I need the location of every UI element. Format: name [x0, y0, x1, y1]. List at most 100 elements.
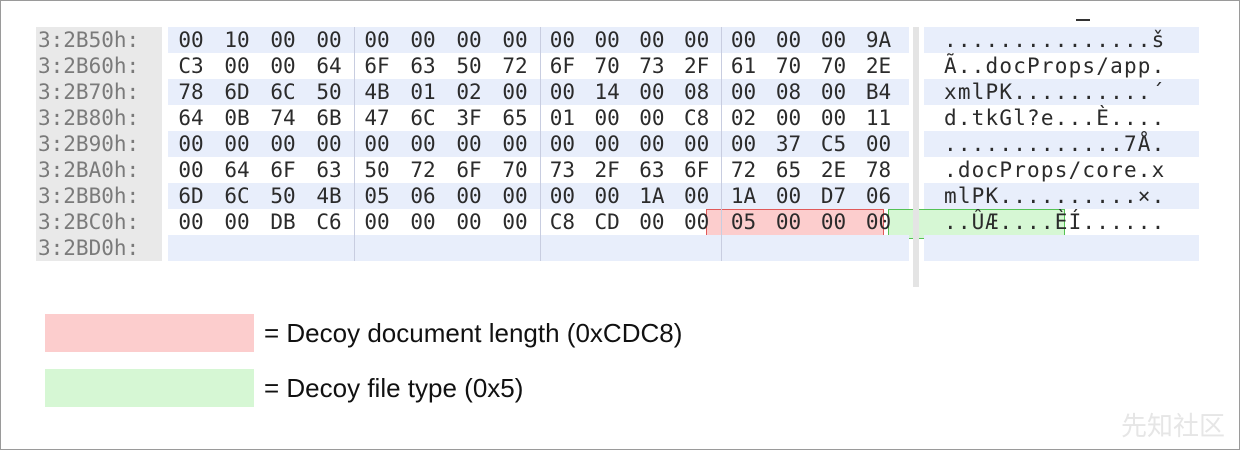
hex-byte[interactable]: 9A	[856, 27, 901, 53]
ascii-text[interactable]: Ã..docProps/app.	[924, 54, 1166, 78]
hex-byte[interactable]: 72	[721, 157, 766, 183]
hex-byte[interactable]: 00	[630, 27, 675, 53]
hex-byte[interactable]: 6D	[168, 183, 214, 209]
hex-byte[interactable]: 00	[492, 79, 538, 105]
hex-byte[interactable]: C6	[306, 209, 352, 235]
hex-byte[interactable]: 00	[856, 209, 901, 235]
hex-byte[interactable]: 65	[492, 105, 538, 131]
hex-byte[interactable]: 50	[354, 157, 400, 183]
hex-byte[interactable]: 00	[540, 131, 585, 157]
hex-byte[interactable]: 00	[400, 131, 446, 157]
hex-byte[interactable]: 00	[766, 105, 811, 131]
pane-divider[interactable]	[913, 27, 919, 287]
hex-byte[interactable]: 6F	[674, 157, 719, 183]
hex-byte[interactable]: 00	[168, 131, 214, 157]
hex-byte[interactable]: 00	[354, 209, 400, 235]
hex-byte[interactable]: 00	[540, 183, 585, 209]
hex-byte[interactable]: 6C	[260, 79, 306, 105]
hex-byte[interactable]: 1A	[630, 183, 675, 209]
hex-byte[interactable]: 4B	[306, 183, 352, 209]
hex-byte[interactable]: 64	[168, 105, 214, 131]
hex-byte[interactable]: 64	[214, 157, 260, 183]
hex-byte[interactable]: 01	[540, 105, 585, 131]
hex-byte[interactable]: 78	[856, 157, 901, 183]
hex-byte[interactable]: 3F	[446, 105, 492, 131]
hex-byte[interactable]: 01	[400, 79, 446, 105]
hex-byte[interactable]: 64	[306, 53, 352, 79]
hex-byte[interactable]: 00	[856, 131, 901, 157]
hex-byte[interactable]: 00	[766, 209, 811, 235]
hex-byte[interactable]: 00	[260, 53, 306, 79]
hex-byte[interactable]: 73	[630, 53, 675, 79]
hex-byte[interactable]: 6F	[446, 157, 492, 183]
hex-byte[interactable]: 00	[168, 157, 214, 183]
hex-byte[interactable]: 00	[630, 209, 675, 235]
hex-byte[interactable]: 00	[630, 105, 675, 131]
hex-byte[interactable]: 00	[354, 131, 400, 157]
hex-byte[interactable]: 00	[214, 209, 260, 235]
hex-byte[interactable]: 00	[766, 183, 811, 209]
hex-byte[interactable]: CD	[585, 209, 630, 235]
hex-byte[interactable]: 02	[446, 79, 492, 105]
hex-byte[interactable]: DB	[260, 209, 306, 235]
hex-byte[interactable]: 65	[766, 157, 811, 183]
hex-byte[interactable]: 00	[492, 27, 538, 53]
hex-byte[interactable]: 6B	[306, 105, 352, 131]
ascii-text[interactable]: .............7Å.	[924, 132, 1166, 156]
hex-byte[interactable]: 00	[721, 131, 766, 157]
hex-byte[interactable]: 00	[446, 131, 492, 157]
hex-byte[interactable]: B4	[856, 79, 901, 105]
hex-byte[interactable]: 00	[585, 105, 630, 131]
hex-byte[interactable]: 00	[630, 79, 675, 105]
hex-byte[interactable]: 6F	[354, 53, 400, 79]
hex-byte[interactable]: 2E	[811, 157, 856, 183]
ascii-text[interactable]: ..ÛÆ....ÈÍ......	[924, 210, 1166, 234]
hex-byte[interactable]: 00	[446, 183, 492, 209]
hex-byte[interactable]: 00	[492, 183, 538, 209]
hex-byte[interactable]: 11	[856, 105, 901, 131]
hex-byte[interactable]: 00	[214, 53, 260, 79]
hex-byte[interactable]: 70	[585, 53, 630, 79]
hex-byte[interactable]: 00	[168, 27, 214, 53]
hex-byte[interactable]: 00	[214, 131, 260, 157]
ascii-text[interactable]: .docProps/core.x	[924, 158, 1166, 182]
hex-byte[interactable]: 70	[492, 157, 538, 183]
hex-byte[interactable]: 00	[585, 131, 630, 157]
hex-byte[interactable]: 50	[260, 183, 306, 209]
hex-byte[interactable]: D7	[811, 183, 856, 209]
hex-byte[interactable]: C8	[674, 105, 719, 131]
ascii-text[interactable]: ...............š	[924, 28, 1166, 52]
hex-byte[interactable]: 70	[811, 53, 856, 79]
hex-byte[interactable]: 00	[811, 209, 856, 235]
hex-byte[interactable]: 72	[400, 157, 446, 183]
hex-byte[interactable]: 00	[306, 131, 352, 157]
hex-byte[interactable]: 2E	[856, 53, 901, 79]
hex-byte[interactable]: 00	[630, 131, 675, 157]
hex-byte[interactable]: 74	[260, 105, 306, 131]
hex-byte[interactable]: 37	[766, 131, 811, 157]
hex-byte[interactable]: 70	[766, 53, 811, 79]
hex-byte[interactable]: C3	[168, 53, 214, 79]
hex-byte[interactable]: 00	[260, 27, 306, 53]
hex-byte[interactable]: 50	[306, 79, 352, 105]
hex-byte[interactable]: 4B	[354, 79, 400, 105]
hex-byte[interactable]: 00	[585, 27, 630, 53]
hex-byte[interactable]: 00	[446, 27, 492, 53]
hex-byte[interactable]: 78	[168, 79, 214, 105]
hex-byte[interactable]: 00	[811, 27, 856, 53]
hex-byte[interactable]: 00	[540, 79, 585, 105]
hex-byte[interactable]: 05	[354, 183, 400, 209]
hex-byte[interactable]: 06	[400, 183, 446, 209]
hex-byte[interactable]: 06	[856, 183, 901, 209]
hex-byte[interactable]: 47	[354, 105, 400, 131]
hex-byte[interactable]: 61	[721, 53, 766, 79]
hex-byte[interactable]: 00	[721, 79, 766, 105]
hex-byte[interactable]: 63	[400, 53, 446, 79]
hex-byte[interactable]: 00	[811, 79, 856, 105]
hex-byte[interactable]: 00	[585, 183, 630, 209]
hex-byte[interactable]: 00	[260, 131, 306, 157]
hex-byte[interactable]: 6C	[400, 105, 446, 131]
hex-byte[interactable]: 00	[811, 105, 856, 131]
hex-byte[interactable]: 00	[492, 131, 538, 157]
hex-byte[interactable]: 00	[492, 209, 538, 235]
